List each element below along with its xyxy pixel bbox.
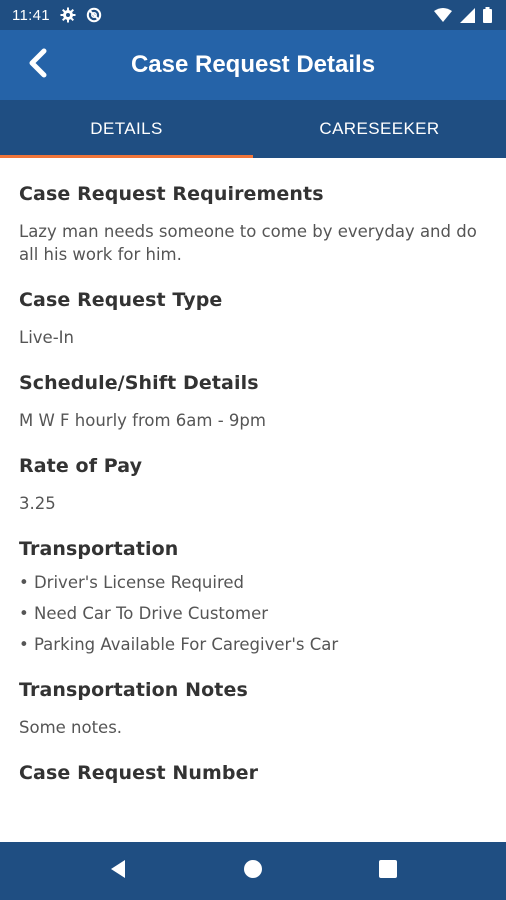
signal-icon xyxy=(460,7,475,23)
schedule-text: M W F hourly from 6am - 9pm xyxy=(19,411,266,430)
tab-bar: DETAILS CARESEEKER xyxy=(0,100,506,158)
section-title-case-number: Case Request Number xyxy=(19,762,259,784)
gear-icon xyxy=(60,7,76,23)
section-transportation: Transportation • Driver's License Requir… xyxy=(19,537,487,656)
nav-back-button[interactable] xyxy=(94,847,142,895)
system-nav-bar xyxy=(0,842,506,900)
section-transportation-notes: Transportation Notes Some notes. xyxy=(19,678,487,739)
section-case-number: Case Request Number xyxy=(19,761,487,785)
wifi-icon xyxy=(434,8,452,22)
battery-icon xyxy=(483,7,492,23)
status-time: 11:41 xyxy=(12,6,50,24)
section-title-rate: Rate of Pay xyxy=(19,455,143,477)
recents-square-icon xyxy=(379,860,398,882)
chevron-left-icon xyxy=(27,48,49,82)
details-content[interactable]: Case Request Requirements Lazy man needs… xyxy=(0,158,506,842)
section-requirements: Case Request Requirements Lazy man needs… xyxy=(19,182,487,266)
section-title-transportation-notes: Transportation Notes xyxy=(19,679,248,701)
tab-careseeker-label: CARESEEKER xyxy=(319,119,440,138)
back-triangle-icon xyxy=(109,859,127,883)
section-schedule: Schedule/Shift Details M W F hourly from… xyxy=(19,371,487,432)
nav-recents-button[interactable] xyxy=(364,847,412,895)
list-item: • Need Car To Drive Customer xyxy=(19,604,268,623)
section-title-requirements: Case Request Requirements xyxy=(19,183,324,205)
list-item: • Driver's License Required xyxy=(19,573,245,592)
status-bar: 11:41 xyxy=(0,0,506,30)
status-left: 11:41 xyxy=(12,7,102,24)
section-title-type: Case Request Type xyxy=(19,289,223,311)
tab-details[interactable]: DETAILS xyxy=(0,100,253,158)
list-item: • Parking Available For Caregiver's Car xyxy=(19,635,339,654)
home-circle-icon xyxy=(243,859,263,883)
type-text: Live-In xyxy=(19,328,74,347)
section-rate: Rate of Pay 3.25 xyxy=(19,454,487,515)
section-title-transportation: Transportation xyxy=(19,538,179,560)
nav-home-button[interactable] xyxy=(229,847,277,895)
status-right xyxy=(434,7,492,23)
transportation-notes-text: Some notes. xyxy=(19,718,123,737)
section-type: Case Request Type Live-In xyxy=(19,288,487,349)
tab-careseeker[interactable]: CARESEEKER xyxy=(253,100,506,158)
section-title-schedule: Schedule/Shift Details xyxy=(19,372,259,394)
requirements-text: Lazy man needs someone to come by everyd… xyxy=(19,222,477,264)
back-button[interactable] xyxy=(20,46,56,84)
data-saver-icon xyxy=(86,7,102,23)
rate-text: 3.25 xyxy=(19,494,56,513)
app-bar: Case Request Details xyxy=(0,30,506,100)
tab-details-label: DETAILS xyxy=(90,119,163,138)
page-title: Case Request Details xyxy=(130,51,376,78)
transportation-list: • Driver's License Required • Need Car T… xyxy=(19,571,487,656)
